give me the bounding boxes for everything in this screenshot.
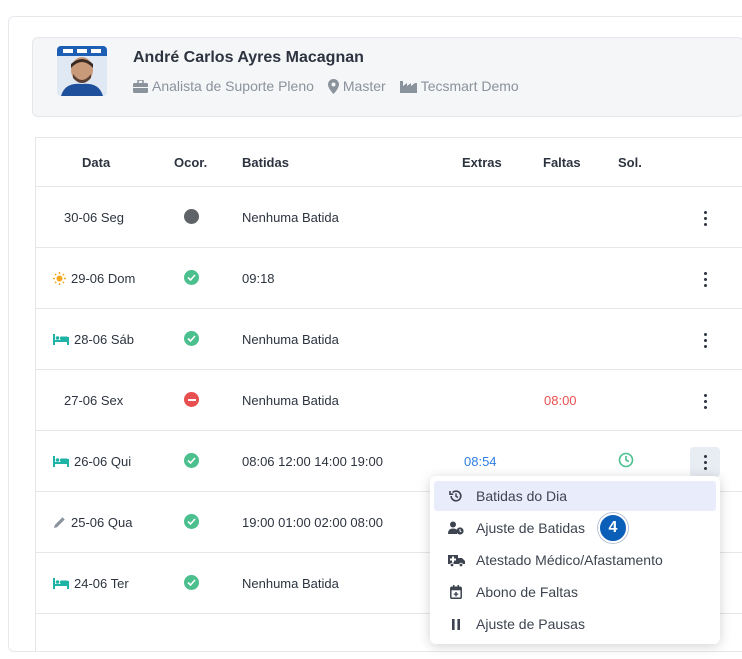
pencil-icon [54,517,65,528]
row-punches: Nenhuma Batida [242,576,339,591]
header-sol: Sol. [618,155,642,170]
date-text: 24-06 Ter [74,576,129,591]
row-date: 28-06 Sáb [53,332,134,347]
date-text: 27-06 Sex [64,393,124,408]
status-ok-icon [184,453,199,468]
date-text: 29-06 Dom [71,271,136,286]
row-punches: Nenhuma Batida [242,393,339,408]
menu-item-label: Ajuste de Pausas [476,616,585,632]
date-text: 25-06 Qua [71,515,133,530]
row-date: 27-06 Sex [64,393,123,408]
row-date: 29-06 Dom [53,271,135,286]
bed-icon [53,456,69,467]
row-date: 24-06 Ter [53,576,129,591]
location-text: Master [342,78,386,94]
status-ok-icon [184,331,199,346]
bed-icon [53,334,69,345]
table-row: 27-06 Sex Nenhuma Batida 08:00 [36,370,742,431]
row-actions-button[interactable] [690,325,720,355]
step-number-badge: 4 [598,513,628,543]
row-absences: 08:00 [544,393,577,408]
header-absences: Faltas [543,155,581,170]
row-date: 30-06 Seg [64,210,124,225]
menu-item-label: Abono de Faltas [476,584,578,600]
date-text: 30-06 Seg [64,210,124,225]
menu-item-label: Batidas do Dia [476,488,568,504]
header-date: Data [82,155,111,170]
status-error-icon [184,392,199,407]
row-punches: Nenhuma Batida [242,332,339,347]
header-occurrence: Ocor. [174,155,208,170]
row-actions-button[interactable] [690,386,720,416]
role-text: Analista de Suporte Pleno [152,78,314,94]
row-extras: 08:54 [464,454,497,469]
table-row: 28-06 Sáb Nenhuma Batida [36,309,742,370]
status-gray-icon [184,209,199,224]
status-ok-icon [184,270,199,285]
briefcase-icon [133,79,148,93]
row-punches: 19:00 01:00 02:00 08:00 [242,515,383,530]
row-date: 26-06 Qui [53,454,131,469]
clock-icon[interactable] [618,452,634,471]
table-row: 30-06 Seg Nenhuma Batida [36,187,742,248]
header-punches: Batidas [242,155,289,170]
avatar [57,46,107,96]
pause-icon [438,618,474,630]
employee-name: André Carlos Ayres Macagnan [133,49,364,66]
industry-icon [399,80,417,93]
history-icon [438,489,474,503]
ambulance-icon [438,554,474,567]
row-punches: Nenhuma Batida [242,210,339,225]
bed-icon [53,578,69,589]
row-punches: 09:18 [242,271,275,286]
row-actions-button[interactable] [690,264,720,294]
employee-meta: Analista de Suporte Pleno Master Tecsmar… [133,78,533,94]
status-ok-icon [184,514,199,529]
row-actions-button-active[interactable] [690,447,720,477]
header-extras: Extras [462,155,502,170]
menu-item-abono-de-faltas[interactable]: Abono de Faltas [434,577,716,607]
table-row: 29-06 Dom 09:18 [36,248,742,309]
menu-item-ajuste-de-pausas[interactable]: Ajuste de Pausas [434,609,716,639]
sun-icon [53,272,66,285]
company-text: Tecsmart Demo [420,78,519,94]
menu-item-atestado-medico[interactable]: Atestado Médico/Afastamento [434,545,716,575]
map-marker-icon [327,78,339,94]
calendar-plus-icon [438,585,474,599]
status-ok-icon [184,575,199,590]
date-text: 26-06 Qui [74,454,132,469]
company-info: Tecsmart Demo [399,78,519,94]
employee-profile: André Carlos Ayres Macagnan Analista de … [32,37,742,117]
user-clock-icon [438,521,474,535]
row-actions-menu: Batidas do Dia Ajuste de Batidas Atestad… [430,476,720,644]
menu-item-label: Ajuste de Batidas [476,520,585,536]
row-punches: 08:06 12:00 14:00 19:00 [242,454,383,469]
menu-item-batidas-do-dia[interactable]: Batidas do Dia [434,481,716,511]
role-info: Analista de Suporte Pleno [133,78,314,94]
table-header: Data Ocor. Batidas Extras Faltas Sol. [36,138,742,187]
menu-item-label: Atestado Médico/Afastamento [476,552,663,568]
location-info: Master [327,78,386,94]
date-text: 28-06 Sáb [74,332,134,347]
row-actions-button[interactable] [690,203,720,233]
row-date: 25-06 Qua [53,515,132,530]
menu-item-ajuste-de-batidas[interactable]: Ajuste de Batidas [434,513,716,543]
